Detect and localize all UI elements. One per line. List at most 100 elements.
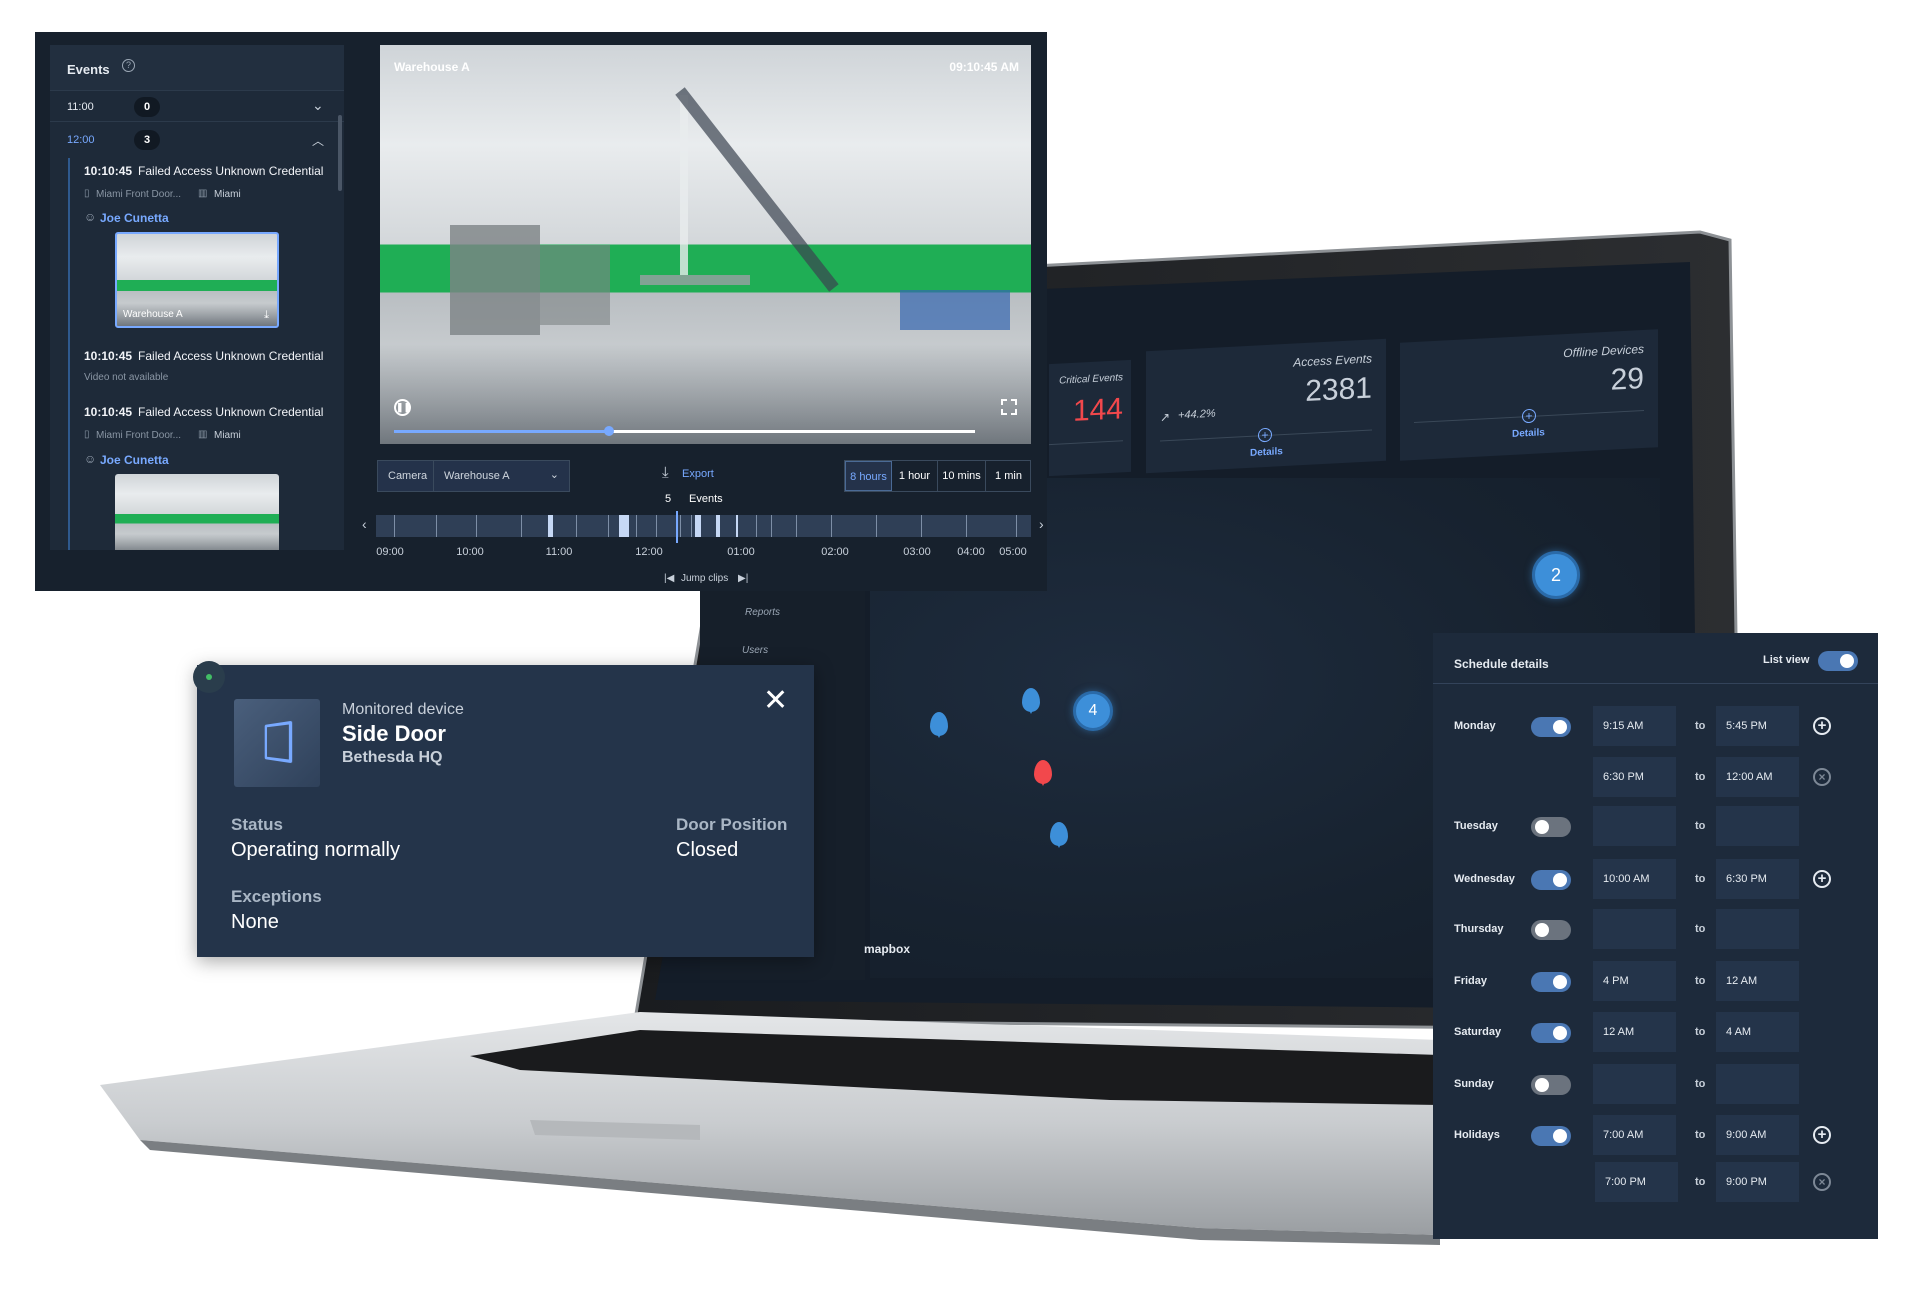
start-time-input[interactable] [1593, 909, 1676, 949]
download-icon[interactable]: ⤓ [662, 464, 669, 481]
end-time-input[interactable]: 12 AM [1716, 961, 1799, 1001]
fullscreen-icon[interactable] [1001, 399, 1017, 415]
range-option[interactable]: 1 min [986, 461, 1031, 491]
event-user[interactable]: Joe Cunetta [100, 211, 169, 225]
day-label: Friday [1454, 975, 1488, 987]
camera-select[interactable]: Camera Warehouse A ⌄ [377, 460, 570, 492]
add-circle-icon[interactable]: + [1813, 870, 1831, 888]
camera-select-label: Camera [388, 470, 428, 482]
event-door: Miami Front Door... [96, 430, 182, 441]
start-time-input[interactable] [1593, 806, 1676, 846]
timeline-segment-divider [436, 515, 437, 537]
event-thumbnail[interactable] [115, 474, 279, 550]
video-player[interactable]: Warehouse A 09:10:45 AM ❚❚ [380, 45, 1031, 444]
details-plus-icon[interactable]: + [1522, 408, 1536, 424]
start-time-input[interactable]: 12 AM [1593, 1012, 1676, 1052]
scrubber-handle[interactable] [603, 426, 614, 436]
end-time-input[interactable]: 5:45 PM [1716, 706, 1799, 746]
day-toggle[interactable] [1531, 1075, 1571, 1095]
kpi-label: Critical Events [1059, 372, 1123, 387]
start-time-input[interactable]: 7:00 AM [1593, 1115, 1676, 1155]
event-user[interactable]: Joe Cunetta [100, 453, 169, 467]
timeline-clip[interactable] [736, 515, 738, 537]
end-time-input[interactable] [1716, 1064, 1799, 1104]
range-option[interactable]: 8 hours [845, 461, 892, 491]
end-time-input[interactable]: 6:30 PM [1716, 859, 1799, 899]
end-time-input[interactable]: 4 AM [1716, 1012, 1799, 1052]
event-time: 10:10:45 [84, 405, 133, 419]
range-option[interactable]: 1 hour [892, 461, 938, 491]
day-toggle[interactable] [1531, 817, 1571, 837]
device-kind: Monitored device [342, 701, 464, 718]
map-pin[interactable] [1050, 822, 1068, 848]
add-circle-icon[interactable]: + [1813, 1126, 1831, 1144]
map-pin[interactable] [1022, 688, 1040, 714]
timeline-clip[interactable] [716, 515, 720, 537]
close-icon[interactable]: ✕ [763, 683, 788, 718]
end-time-input[interactable]: 9:00 AM [1716, 1115, 1799, 1155]
start-time-input[interactable] [1593, 1064, 1676, 1104]
nav-item-reports[interactable]: Reports [745, 607, 780, 618]
kpi-access-events[interactable]: Access Events 2381 ↗ +44.2% + Details [1146, 338, 1386, 474]
event-time: 10:10:45 [84, 164, 133, 178]
day-toggle[interactable] [1531, 717, 1571, 737]
jump-clips-label: Jump clips [681, 573, 729, 584]
map-cluster[interactable]: 4 [1073, 691, 1113, 731]
end-time-input[interactable]: 12:00 AM [1716, 757, 1799, 797]
pause-icon[interactable]: ❚❚ [394, 399, 411, 416]
nav-item-users[interactable]: Users [742, 645, 768, 656]
add-circle-icon[interactable]: + [1813, 717, 1831, 735]
timeline-clip[interactable] [619, 515, 629, 537]
timeline-tick-label: 04:00 [957, 546, 985, 558]
timeline-track[interactable] [376, 511, 1031, 543]
map-cluster[interactable]: 2 [1532, 551, 1580, 599]
start-time-input[interactable]: 6:30 PM [1593, 757, 1676, 797]
building-icon: ▥ [198, 429, 208, 440]
kpi-label: Offline Devices [1563, 341, 1644, 361]
to-label: to [1695, 771, 1706, 783]
list-view-toggle[interactable] [1818, 651, 1858, 671]
timeline-clip[interactable] [695, 515, 701, 537]
skip-back-icon[interactable]: |◀ [664, 573, 674, 584]
export-button[interactable]: Export [682, 468, 714, 480]
timeline-next-icon[interactable]: › [1039, 516, 1044, 532]
end-time-input[interactable] [1716, 806, 1799, 846]
details-plus-icon[interactable]: + [1258, 427, 1272, 443]
timeline-clip[interactable] [548, 515, 553, 537]
scrollbar[interactable] [338, 115, 342, 191]
details-link[interactable]: Details [1250, 446, 1283, 459]
event-thumbnail[interactable]: Warehouse A ⤓ [115, 232, 279, 328]
timeline-playhead[interactable] [676, 511, 678, 543]
timeline-prev-icon[interactable]: ‹ [362, 516, 367, 532]
end-time-input[interactable]: 9:00 PM [1716, 1162, 1799, 1202]
start-time-input[interactable]: 10:00 AM [1593, 859, 1676, 899]
day-toggle[interactable] [1531, 920, 1571, 940]
chevron-up-icon[interactable]: ︿ [312, 132, 324, 149]
remove-circle-icon[interactable]: × [1813, 768, 1831, 786]
time-range-selector[interactable]: 8 hours 1 hour 10 mins 1 min [844, 460, 1031, 492]
event-group-12[interactable]: 12:00 3 ︿ [50, 125, 344, 155]
start-time-input[interactable]: 4 PM [1593, 961, 1676, 1001]
timeline-segment-divider [394, 515, 395, 537]
download-icon[interactable]: ⤓ [264, 309, 269, 322]
video-scrubber[interactable] [394, 426, 975, 436]
day-toggle[interactable] [1531, 870, 1571, 890]
day-toggle[interactable] [1531, 1023, 1571, 1043]
start-time-input[interactable]: 7:00 PM [1595, 1162, 1678, 1202]
kpi-critical-events[interactable]: Critical Events 144 [1049, 359, 1131, 477]
map-pin[interactable] [930, 712, 948, 738]
day-toggle[interactable] [1531, 1126, 1571, 1146]
map-pin-alert[interactable] [1034, 760, 1052, 786]
skip-forward-icon[interactable]: ▶| [738, 573, 748, 584]
help-icon[interactable]: ? [122, 59, 135, 72]
day-toggle[interactable] [1531, 972, 1571, 992]
start-time-input[interactable]: 9:15 AM [1593, 706, 1676, 746]
details-link[interactable]: Details [1512, 427, 1545, 440]
chevron-down-icon[interactable]: ⌄ [312, 97, 324, 114]
kpi-offline-devices[interactable]: Offline Devices 29 + Details [1400, 329, 1658, 461]
end-time-input[interactable] [1716, 909, 1799, 949]
event-group-11[interactable]: 11:00 0 ⌄ [50, 92, 344, 122]
remove-circle-icon[interactable]: × [1813, 1173, 1831, 1191]
timeline-segment-divider [608, 515, 609, 537]
range-option[interactable]: 10 mins [938, 461, 986, 491]
